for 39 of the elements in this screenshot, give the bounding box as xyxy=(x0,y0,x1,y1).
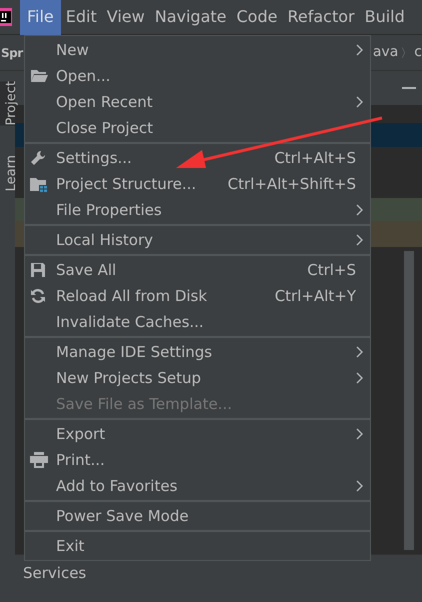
wrench-icon xyxy=(30,150,46,166)
menu-bar-item[interactable]: View xyxy=(102,0,150,34)
menu-bar-item[interactable]: File xyxy=(20,0,61,34)
menu-item[interactable]: Close Project xyxy=(25,115,370,141)
menu-item[interactable]: Invalidate Caches... xyxy=(25,309,370,335)
menu-item[interactable]: Add to Favorites xyxy=(25,473,370,499)
menu-item[interactable]: Exit xyxy=(25,533,370,559)
reload-icon xyxy=(30,288,46,304)
menu-item[interactable]: Save All Ctrl+S xyxy=(25,257,370,283)
scrollbar[interactable] xyxy=(404,251,414,550)
side-tab[interactable]: Learn xyxy=(0,155,15,192)
menu-item[interactable]: Manage IDE Settings xyxy=(25,339,370,365)
menu-item[interactable]: Project Structure... Ctrl+Alt+Shift+S xyxy=(25,171,370,197)
menu-bar-item[interactable]: Navigate xyxy=(150,0,232,34)
menu-item[interactable]: Open Recent xyxy=(25,89,370,115)
breadcrumb[interactable]: c xyxy=(414,42,422,63)
breadcrumb-separator: 〉 xyxy=(400,44,412,62)
folder-icon xyxy=(30,69,48,83)
menu-item[interactable]: Open... xyxy=(25,63,370,89)
menu-bar-item[interactable]: Edit xyxy=(60,0,102,34)
printer-icon xyxy=(30,452,48,468)
folder-grid-icon xyxy=(30,176,48,192)
menu-item[interactable]: Local History xyxy=(25,227,370,253)
menu-item[interactable]: New Projects Setup xyxy=(25,365,370,391)
app-logo-icon xyxy=(0,8,12,26)
menu-bar-item[interactable]: Code xyxy=(232,0,282,34)
project-name[interactable]: Spr xyxy=(0,44,23,62)
menu-item[interactable]: Export xyxy=(25,421,370,447)
menu-item[interactable]: Reload All from Disk Ctrl+Alt+Y xyxy=(25,283,370,309)
breadcrumb[interactable]: ava xyxy=(372,42,398,63)
minimize-icon[interactable] xyxy=(402,87,416,89)
menu-item[interactable]: New xyxy=(25,37,370,63)
menu-item[interactable]: Settings... Ctrl+Alt+S xyxy=(25,145,370,171)
panel-title: Services xyxy=(23,564,86,582)
menu-bar-item[interactable]: Refactor xyxy=(282,0,360,34)
menu-item[interactable]: File Properties xyxy=(25,197,370,223)
menu-item[interactable]: Power Save Mode xyxy=(25,503,370,529)
menu-item[interactable]: Print... xyxy=(25,447,370,473)
menu-bar-item[interactable]: Build xyxy=(360,0,410,34)
